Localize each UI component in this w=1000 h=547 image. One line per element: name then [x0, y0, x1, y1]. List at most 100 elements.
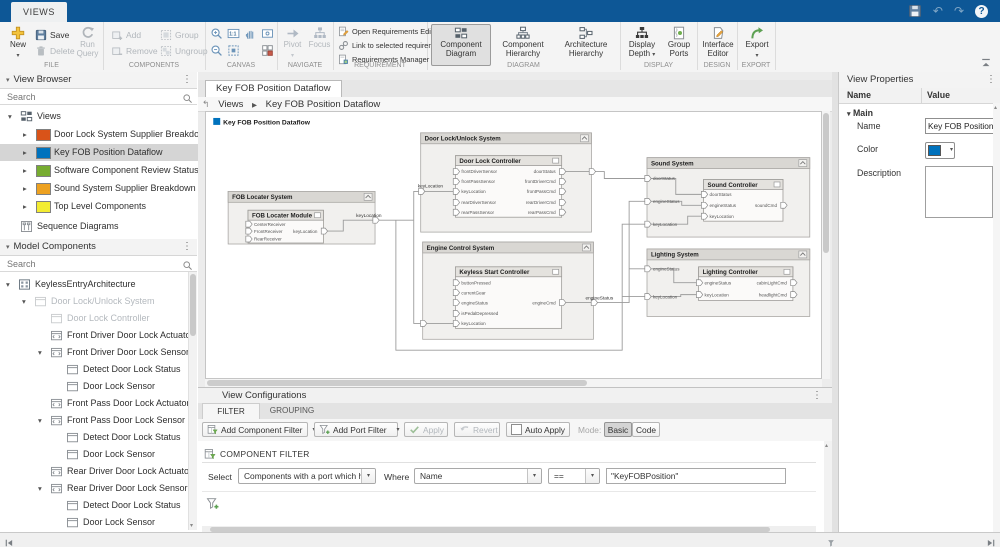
- delete-button[interactable]: Delete: [35, 44, 75, 57]
- view-item-sound-system-supplier-breakdown[interactable]: ▸ Sound System Supplier Breakdown: [0, 180, 198, 197]
- views-root[interactable]: ▾ Views: [0, 108, 198, 125]
- save-icon[interactable]: [908, 4, 922, 18]
- document-tab[interactable]: Key FOB Position Dataflow: [205, 80, 342, 97]
- group-button[interactable]: Group: [160, 28, 199, 41]
- tab-grouping[interactable]: GROUPING: [260, 403, 324, 419]
- model-item-door-lock-sensor[interactable]: Door Lock Sensor: [0, 378, 188, 395]
- properties-scrollbar[interactable]: ▴: [993, 103, 1000, 532]
- view-configurations-menu-icon[interactable]: ⋮: [812, 388, 822, 404]
- view-item-top-level-components[interactable]: ▸ Top Level Components: [0, 198, 198, 215]
- view-name-input[interactable]: [925, 118, 999, 134]
- field-dropdown[interactable]: Name ▾: [414, 468, 542, 484]
- apply-button[interactable]: Apply: [404, 422, 448, 437]
- model-item-rear-driver-door-lock-actuator[interactable]: Rear Driver Door Lock Actuator: [0, 463, 188, 480]
- model-item-rear-driver-door-lock-sensor[interactable]: ▾ Rear Driver Door Lock Sensor: [0, 480, 188, 497]
- door-lock-controller-block[interactable]: Door Lock Controller: [455, 156, 561, 218]
- model-item-detect-door-lock-status[interactable]: Detect Door Lock Status: [0, 497, 188, 514]
- model-item-front-driver-door-lock-actuator[interactable]: Front Driver Door Lock Actuator: [0, 327, 188, 344]
- interface-editor-button[interactable]: Interface Editor: [699, 24, 737, 66]
- zoom-in-button[interactable]: [209, 26, 225, 41]
- view-properties-menu-icon[interactable]: ⋮: [986, 72, 996, 88]
- up-to-parent-icon[interactable]: ↰: [202, 99, 210, 109]
- view-configurations-header[interactable]: View Configurations ⋮: [198, 388, 832, 403]
- pivot-button[interactable]: Pivot▾: [279, 24, 306, 66]
- focus-button[interactable]: Focus: [306, 24, 333, 66]
- model-item-door-lock-controller[interactable]: Door Lock Controller: [0, 310, 188, 327]
- mode-basic-button[interactable]: Basic: [604, 422, 632, 437]
- filter-value-input[interactable]: [606, 468, 786, 484]
- model-item-detect-door-lock-status[interactable]: Detect Door Lock Status: [0, 429, 188, 446]
- add-filter-row-icon[interactable]: [206, 497, 219, 510]
- model-components-header[interactable]: ▾Model Components ⋮: [0, 239, 197, 256]
- model-item-keylessentryarchitecture[interactable]: ▾ KeylessEntryArchitecture: [0, 276, 188, 293]
- filter-vertical-scrollbar[interactable]: ▴: [824, 441, 832, 533]
- model-item-door-lock-sensor[interactable]: Door Lock Sensor: [0, 514, 188, 530]
- add-port-filter-button[interactable]: Add Port Filter ▾: [314, 422, 398, 437]
- export-button[interactable]: Export▾: [740, 24, 774, 66]
- model-tree-scrollbar[interactable]: ▾: [188, 272, 197, 530]
- remove-button[interactable]: Remove: [111, 44, 158, 57]
- add-button[interactable]: Add: [111, 28, 141, 41]
- collapse-block-icon[interactable]: [364, 193, 372, 200]
- view-browser-search-input[interactable]: [5, 90, 167, 104]
- zoom-one-to-one-button[interactable]: 1:1: [226, 26, 242, 41]
- undo-icon[interactable]: ↶: [933, 4, 943, 18]
- pan-button[interactable]: [243, 26, 259, 41]
- color-dropdown[interactable]: ▾: [925, 142, 955, 159]
- collapse-left-panel-icon[interactable]: [4, 535, 14, 545]
- tab-filter[interactable]: FILTER: [202, 403, 260, 420]
- model-components-search[interactable]: [0, 256, 197, 272]
- redo-icon[interactable]: ↷: [954, 4, 964, 18]
- group-ports-button[interactable]: Group Ports: [662, 24, 696, 66]
- view-browser-menu-icon[interactable]: ⋮: [182, 72, 192, 88]
- collapse-ribbon-icon[interactable]: [980, 56, 992, 68]
- model-components-menu-icon[interactable]: ⋮: [182, 239, 192, 255]
- mode-code-button[interactable]: Code: [632, 422, 660, 437]
- save-button[interactable]: Save: [35, 28, 69, 41]
- collapse-block-icon[interactable]: [580, 135, 588, 142]
- model-item-door-lock-sensor[interactable]: Door Lock Sensor: [0, 446, 188, 463]
- revert-button[interactable]: Revert: [454, 422, 500, 437]
- collapse-block-icon[interactable]: [582, 244, 590, 251]
- model-components-search-input[interactable]: [5, 257, 167, 271]
- collapse-block-icon[interactable]: [799, 160, 807, 167]
- architecture-diagram[interactable]: Key FOB Position Dataflow FOB Locater Sy…: [206, 112, 821, 378]
- view-item-software-component-review-status[interactable]: ▸ Software Component Review Status: [0, 162, 198, 179]
- new-button[interactable]: New▾: [2, 24, 34, 66]
- zoom-out-button[interactable]: [209, 43, 225, 58]
- component-diagram-button[interactable]: Component Diagram: [431, 24, 491, 66]
- display-depth-button[interactable]: Display Depth ▾: [622, 24, 662, 66]
- canvas-vertical-scrollbar[interactable]: [822, 111, 830, 379]
- open-requirements-editor-button[interactable]: Open Requirements Editor: [338, 25, 440, 37]
- model-item-front-pass-door-lock-sensor[interactable]: ▾ Front Pass Door Lock Sensor: [0, 412, 188, 429]
- model-item-door-lock-unlock-system[interactable]: ▾ Door Lock/Unlock System: [0, 293, 188, 310]
- help-icon[interactable]: ?: [975, 5, 988, 18]
- select-dropdown[interactable]: Components with a port which have a... ▾: [238, 468, 376, 484]
- view-properties-header[interactable]: View Properties ⋮: [839, 72, 1000, 89]
- ungroup-button[interactable]: Ungroup: [160, 44, 208, 57]
- view-item-key-fob-position-dataflow[interactable]: ▸ Key FOB Position Dataflow: [0, 144, 198, 161]
- diagram-canvas[interactable]: Key FOB Position Dataflow FOB Locater Sy…: [205, 111, 822, 379]
- model-item-front-pass-door-lock-actuator[interactable]: Front Pass Door Lock Actuator: [0, 395, 188, 412]
- keyless-start-controller-block[interactable]: Keyless Start Controller: [455, 267, 561, 329]
- overview-button[interactable]: [260, 43, 276, 58]
- description-field[interactable]: [925, 166, 993, 218]
- architecture-hierarchy-button[interactable]: Architecture Hierarchy: [555, 24, 617, 66]
- fit-to-view-button[interactable]: [226, 43, 242, 58]
- breadcrumb-root[interactable]: Views: [218, 99, 243, 110]
- auto-apply-checkbox[interactable]: [511, 424, 522, 435]
- collapse-right-panel-icon[interactable]: [986, 535, 996, 545]
- collapse-block-icon[interactable]: [799, 251, 807, 258]
- output-port[interactable]: [589, 169, 595, 175]
- model-item-detect-door-lock-status[interactable]: Detect Door Lock Status: [0, 361, 188, 378]
- view-browser-header[interactable]: ▾View Browser ⋮: [0, 72, 197, 89]
- add-component-filter-button[interactable]: Add Component Filter ▾: [202, 422, 308, 437]
- sequence-diagrams-item[interactable]: Sequence Diagrams: [0, 218, 198, 235]
- auto-apply-toggle[interactable]: Auto Apply: [506, 422, 570, 437]
- model-item-front-driver-door-lock-sensor[interactable]: ▾ Front Driver Door Lock Sensor: [0, 344, 188, 361]
- tab-views[interactable]: VIEWS: [11, 2, 67, 22]
- main-group-row[interactable]: ▾ Main: [847, 108, 873, 118]
- run-query-button[interactable]: Run Query: [72, 24, 103, 66]
- component-hierarchy-button[interactable]: Component Hierarchy: [493, 24, 553, 66]
- canvas-horizontal-scrollbar[interactable]: [205, 379, 822, 387]
